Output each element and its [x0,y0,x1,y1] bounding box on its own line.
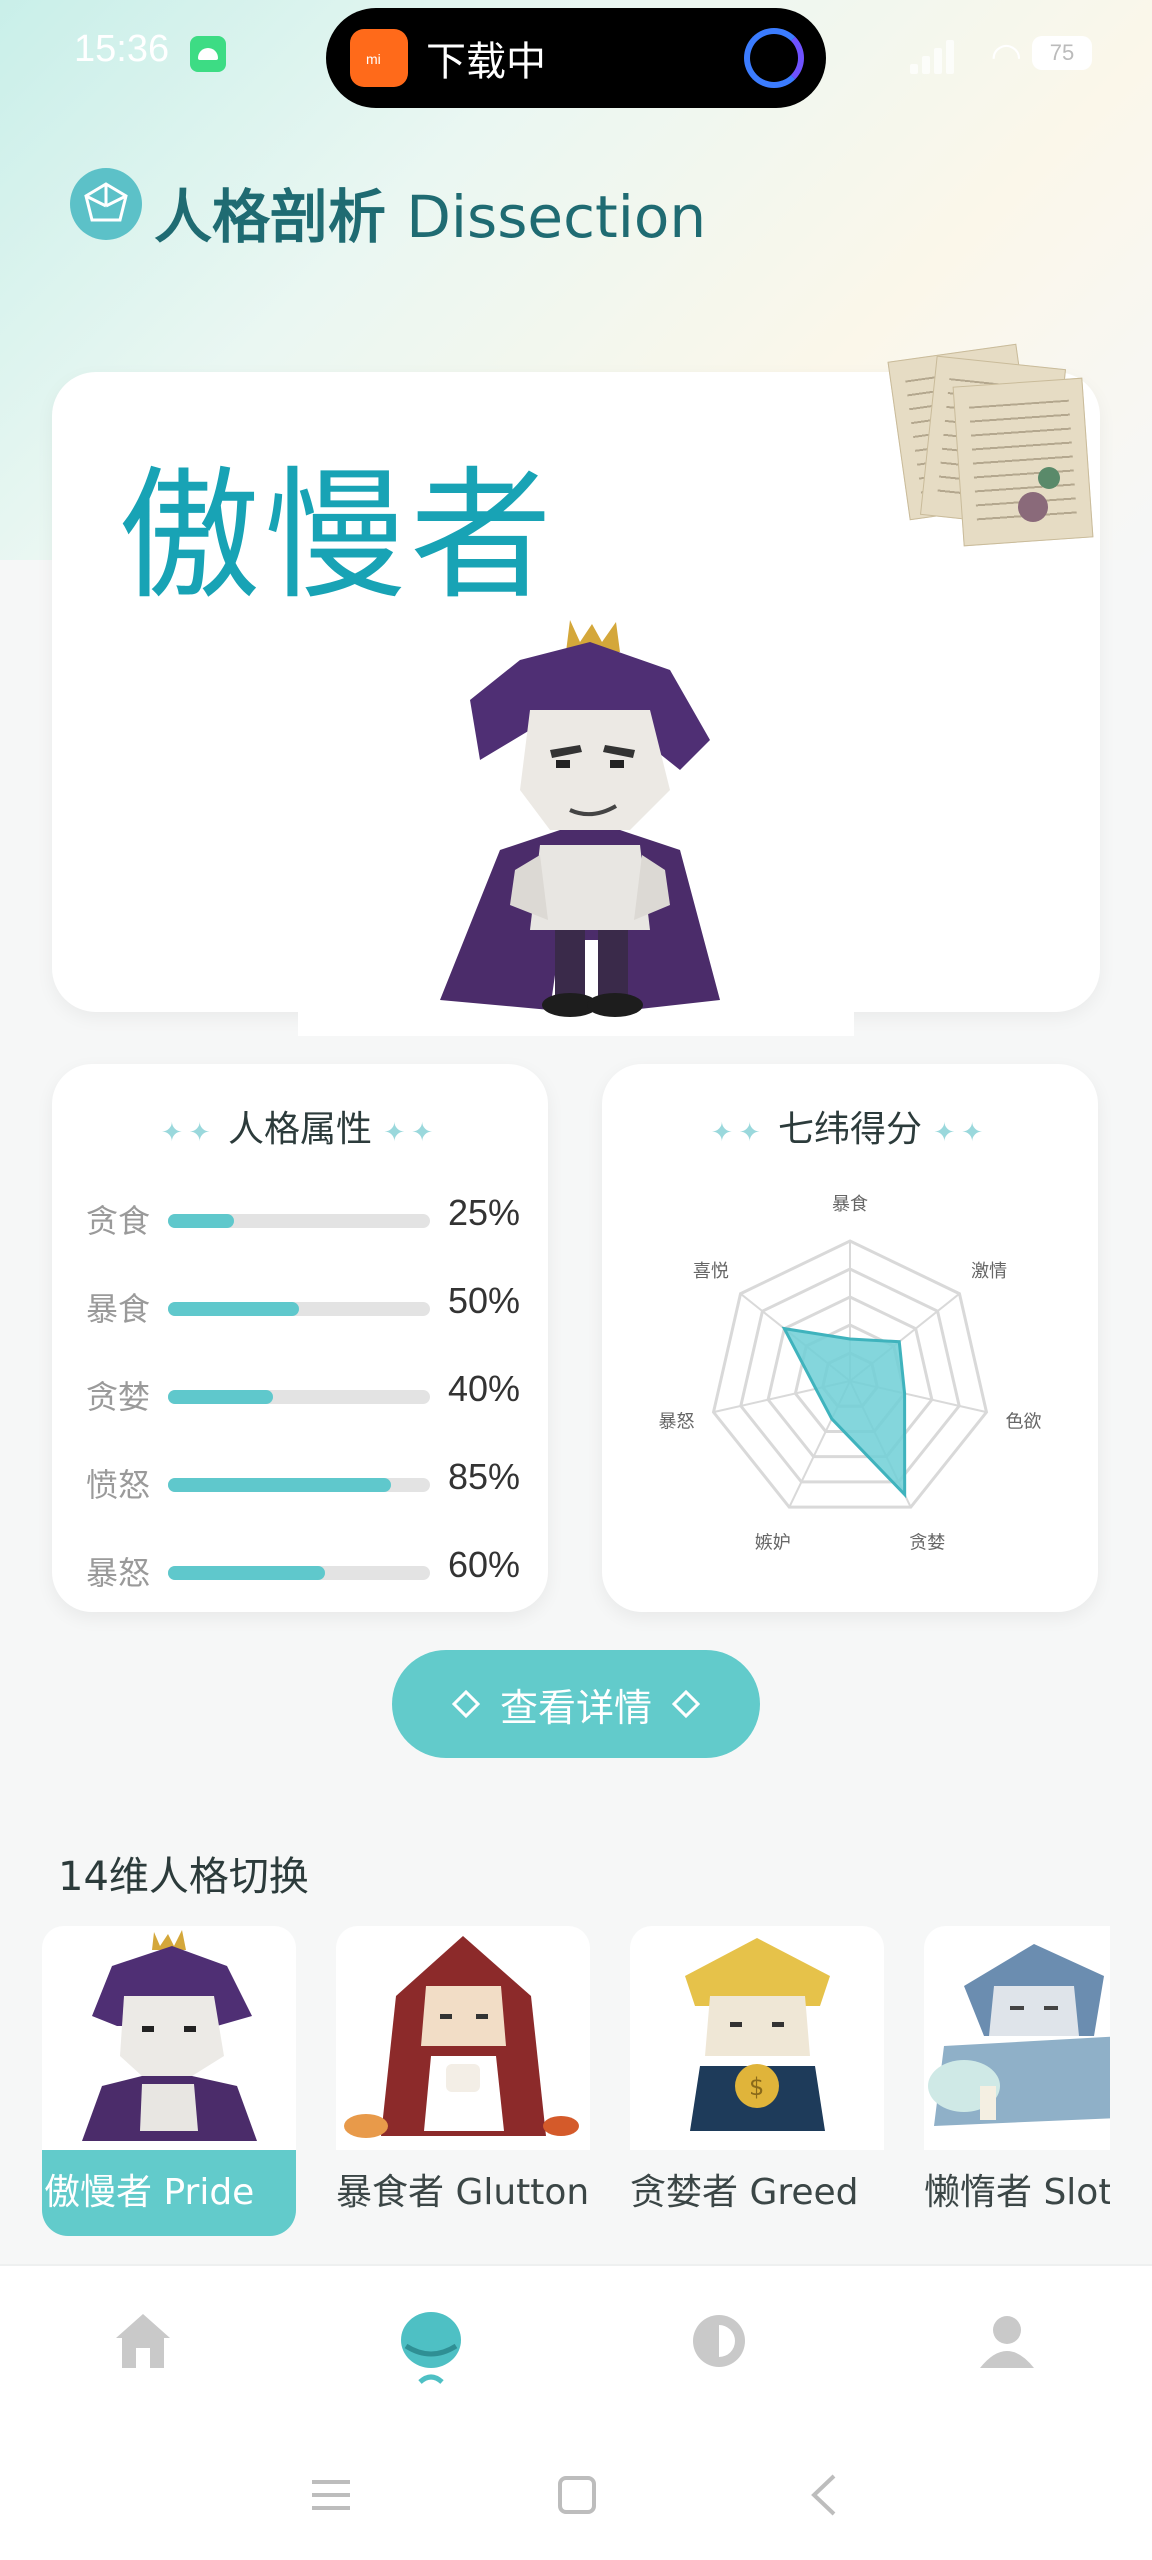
attribute-label: 贪婪 [86,1378,151,1416]
attribute-row: 暴食 50% [86,1276,526,1336]
download-island[interactable]: 下载中 [326,8,826,108]
radar-axis-label: 贪婪 [909,1532,945,1553]
back-icon[interactable] [800,2470,850,2520]
persona-option-label: 暴食者 Glutton [336,2172,590,2213]
attribute-value: 40% [448,1368,521,1409]
wifi-icon: ◠ [990,36,1022,77]
attribute-label: 贪食 [86,1202,151,1240]
attribute-bar-fill [168,1302,299,1316]
view-details-label: 查看详情 [499,1685,652,1730]
sloth-thumbnail [924,1926,1110,2150]
attribute-bar-fill [168,1478,391,1492]
persona-name: 傲慢者 [118,454,556,619]
radar-axis-label: 暴怒 [658,1412,694,1433]
contrast-icon[interactable] [684,2306,754,2376]
menu-icon[interactable] [306,2470,356,2520]
persona-option-label: 贪婪者 Greed [630,2172,859,2213]
attributes-card-title: ✦✦ 人格属性 ✦✦ [52,1100,548,1152]
profile-icon[interactable] [972,2306,1042,2376]
page-title: 人格剖析 Dissection [154,170,706,254]
sparkle-icon: ✦✦ [383,1118,440,1148]
radar-data-area [781,1326,907,1499]
home-square-icon[interactable] [552,2470,602,2520]
radar-chart: 暴食激情色欲贪婪 嫉妒 暴怒 喜悦 [658,1194,1042,1553]
status-bar: 15:36 下载中 ◠ 75 [0,0,1152,110]
attributes-card: ✦✦ 人格属性 ✦✦ 贪食 25% 暴食 50% 贪婪 40% 愤怒 85% 暴怒 60% [52,1064,548,1612]
attribute-bar-fill [168,1214,234,1228]
radar-axis-label: 暴食 [832,1194,868,1215]
attribute-value: 60% [448,1544,521,1585]
persona-option-pride[interactable]: 傲慢者 Pride [42,1926,296,2236]
page-title-en: Dissection [406,183,707,251]
attributes-title-text: 人格属性 [227,1109,372,1150]
attribute-bar-track [168,1302,430,1316]
signal-icon [910,38,962,74]
attribute-bar-track [168,1214,430,1228]
attribute-row: 暴怒 60% [86,1540,526,1600]
svg-text:$: $ [749,2073,764,2101]
pride-thumbnail [42,1926,296,2150]
page-title-cn: 人格剖析 [154,183,387,251]
home-icon[interactable] [108,2306,178,2376]
persona-option-glutton[interactable]: 暴食者 Glutton [336,1926,590,2236]
attribute-row: 愤怒 85% [86,1452,526,1512]
attribute-bar-track [168,1478,430,1492]
attribute-value: 50% [448,1280,521,1321]
diamond-icon [671,1689,701,1719]
persona-option-sloth[interactable]: 懒惰者 Sloth [924,1926,1110,2236]
radar-axis-label: 喜悦 [693,1261,729,1282]
download-progress-icon [744,28,804,88]
pride-character-illustration [440,620,720,1017]
attribute-label: 愤怒 [86,1466,151,1504]
attribute-value: 85% [448,1456,521,1497]
app-store-icon [350,29,408,87]
view-details-button[interactable]: 查看详情 [392,1650,760,1758]
glutton-thumbnail [336,1926,590,2150]
persona-option-label: 懒惰者 Sloth [924,2172,1110,2213]
status-time: 15:36 [74,28,170,70]
persona-option-label: 傲慢者 Pride [42,2150,296,2236]
attribute-value: 25% [448,1192,521,1233]
persona-icon[interactable] [396,2306,466,2384]
vintage-letters-decoration [887,342,1098,552]
attribute-label: 暴怒 [86,1554,151,1592]
radar-card-title: ✦✦ 七纬得分 ✦✦ [602,1100,1098,1152]
persona-switcher-strip[interactable]: 傲慢者 Pride 暴食者 Glutton $ 贪婪者 Greed 懒惰者 Sl… [42,1926,1110,2236]
download-status-text: 下载中 [426,39,546,85]
radar-axis-label: 色欲 [1006,1412,1042,1433]
sparkle-icon: ✦✦ [160,1118,217,1148]
attribute-bar-track [168,1390,430,1404]
dissection-logo-icon [70,168,142,240]
radar-axis-label: 激情 [971,1261,1007,1282]
sparkle-icon: ✦✦ [710,1118,767,1148]
radar-axis-label: 嫉妒 [755,1532,791,1553]
attribute-row: 贪食 25% [86,1188,526,1248]
attribute-bar-fill [168,1390,273,1404]
diamond-icon [451,1689,481,1719]
radar-title-text: 七纬得分 [777,1109,922,1150]
attribute-bar-fill [168,1566,326,1580]
attribute-label: 暴食 [86,1290,151,1328]
attribute-bar-track [168,1566,430,1580]
greed-thumbnail: $ [630,1926,884,2150]
radar-card: ✦✦ 七纬得分 ✦✦ 暴食激情色欲贪婪 嫉妒 暴怒 喜悦 [602,1064,1098,1612]
persona-switcher-title: 14维人格切换 [58,1854,309,1900]
battery-icon: 75 [1032,36,1092,70]
persona-option-greed[interactable]: $ 贪婪者 Greed [630,1926,884,2236]
attribute-row: 贪婪 40% [86,1364,526,1424]
sparkle-icon: ✦✦ [933,1118,990,1148]
android-notification-icon [190,36,226,72]
